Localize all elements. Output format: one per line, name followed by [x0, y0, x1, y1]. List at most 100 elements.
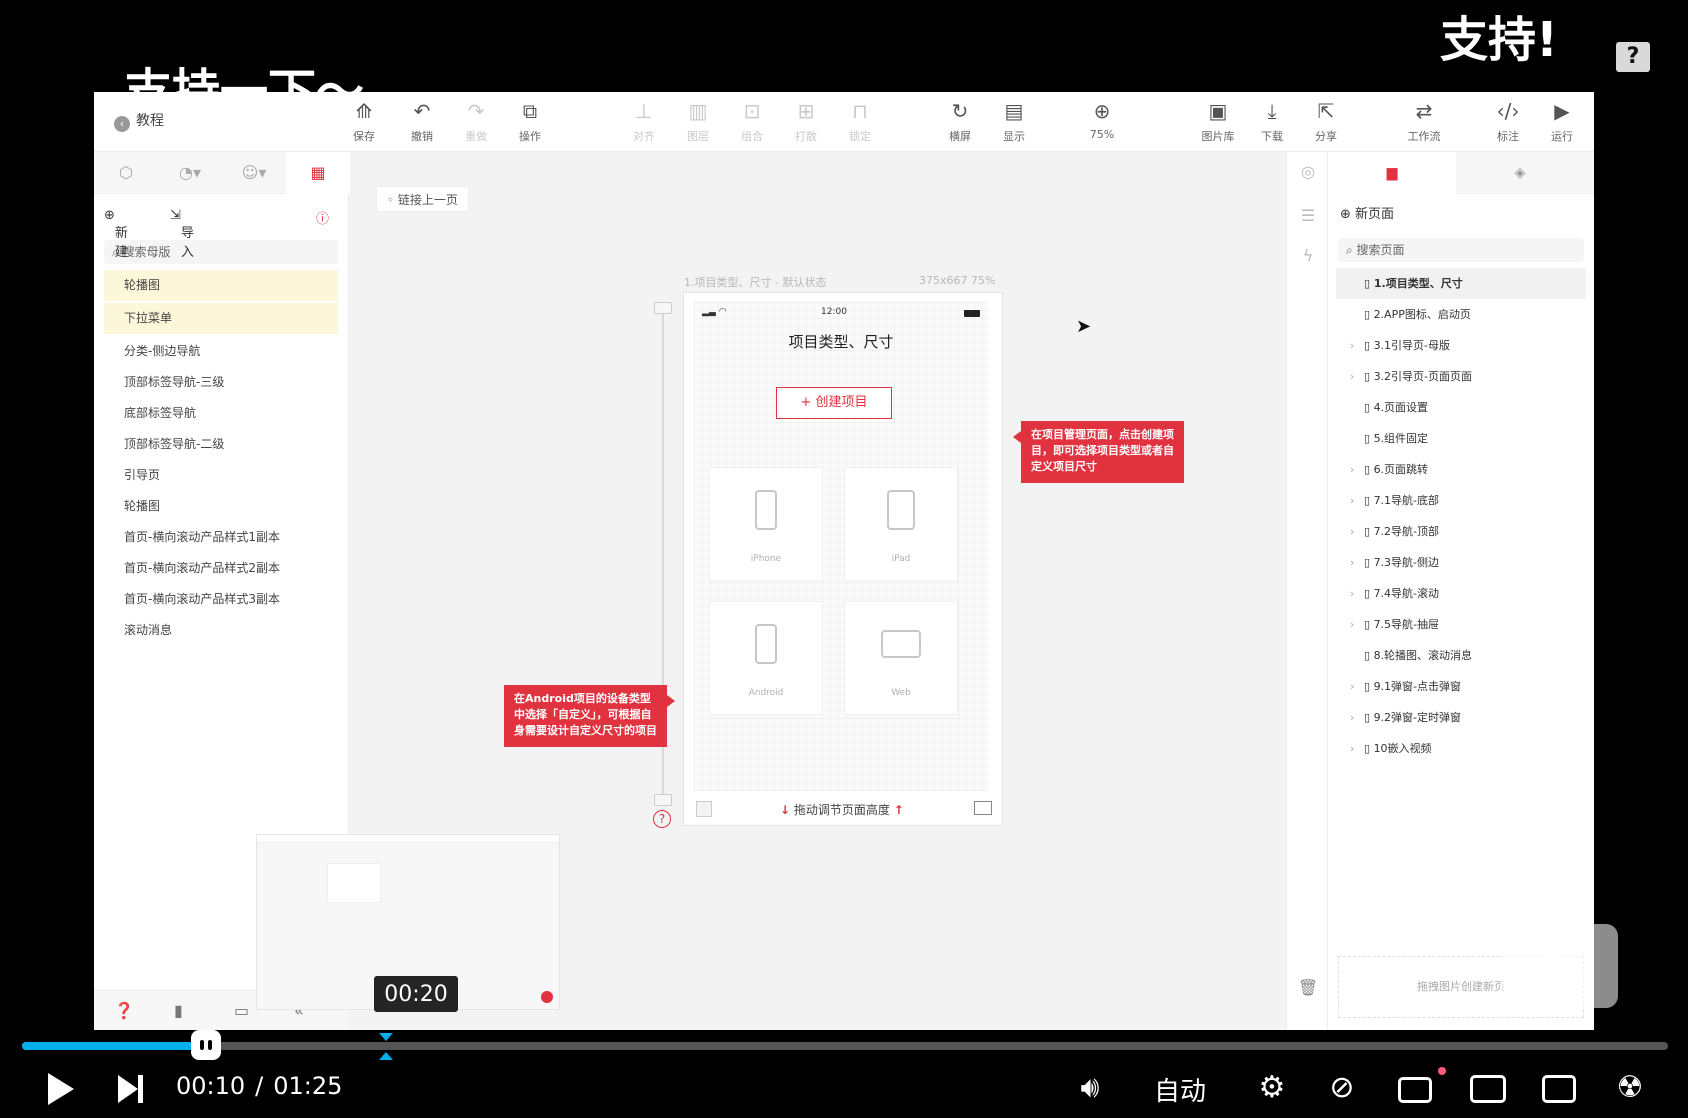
ios-tab-icon[interactable]: ◔▾ [158, 152, 222, 194]
ruler-handle-bottom[interactable] [654, 794, 672, 806]
phone-artboard[interactable]: ▂▃ ◠ 12:00 项目类型、尺寸 + 创建项目 iPhone iPad An… [683, 292, 1003, 826]
toolbar-button-1[interactable]: ↶ 撤销 [392, 100, 452, 144]
master-list-item[interactable]: 首页-横向滚动产品样式3副本 [104, 584, 338, 615]
page-list-item[interactable]: ▯ 7.3导航-侧边 [1336, 547, 1586, 578]
toolbar-button-5[interactable]: ▥ 图层 [668, 100, 728, 144]
toolbar-icon: ▶ [1554, 99, 1570, 123]
new-master-button[interactable]: ⊕ 新建 [104, 208, 128, 260]
page-list-item[interactable]: ▯ 8.轮播图、滚动消息 [1336, 640, 1586, 671]
toolbar-button-17[interactable]: ▶ 运行 [1532, 100, 1592, 144]
page-list-item[interactable]: ▯ 5.组件固定 [1336, 423, 1586, 454]
master-list-item[interactable]: 顶部标签导航-三级 [104, 367, 338, 398]
master-list-item[interactable]: 轮播图 [104, 270, 338, 301]
page-list-item[interactable]: ▯ 9.2弹窗-定时弹窗 [1336, 702, 1586, 733]
progress-thumb-icon[interactable] [191, 1030, 222, 1060]
quality-selector[interactable]: 自动 [1154, 1071, 1206, 1108]
page-list-item[interactable]: ▯ 1.项目类型、尺寸 [1336, 268, 1586, 299]
list-icon[interactable]: ☰ [1287, 206, 1329, 225]
toolbar-button-3[interactable]: ⧉ 操作 [500, 100, 560, 144]
page-list-item[interactable]: ▯ 4.页面设置 [1336, 392, 1586, 423]
master-list-item[interactable]: 首页-横向滚动产品样式2副本 [104, 553, 338, 584]
fullscreen-icon[interactable] [1542, 1075, 1576, 1103]
big-play-icon[interactable]: ╲ ╱ [1500, 908, 1618, 1008]
danmaku-off-icon[interactable]: ⊘ [1322, 1068, 1362, 1108]
page-list-item[interactable]: ▯ 2.APP图标、启动页 [1336, 299, 1586, 330]
master-list-item[interactable]: 引导页 [104, 460, 338, 491]
master-list-item[interactable]: 分类-侧边导航 [104, 336, 338, 367]
device-card-android[interactable]: Android [709, 601, 823, 715]
toolbar-button-6[interactable]: ⊡ 组合 [722, 100, 782, 144]
device-card-web[interactable]: Web [844, 601, 958, 715]
pages-tab-icon[interactable]: ▆ [1328, 152, 1456, 194]
import-button[interactable]: ⇲ 导入 [170, 208, 194, 260]
emoji-tab-icon[interactable]: ☺▾ [222, 152, 286, 194]
toolbar-button-0[interactable]: ⟰ 保存 [334, 100, 394, 144]
resize-height-handle[interactable]: ↓ 拖动调节页面高度 ↑ [780, 801, 904, 818]
toolbar-button-2[interactable]: ↷ 重做 [446, 100, 506, 144]
toolbar-label: 撤销 [411, 130, 433, 143]
page-list-item[interactable]: ▯ 7.2导航-顶部 [1336, 516, 1586, 547]
toolbar-button-4[interactable]: ⊥ 对齐 [614, 100, 674, 144]
checkbox[interactable] [696, 801, 712, 817]
widescreen-icon[interactable] [1470, 1075, 1506, 1103]
components-tab-icon[interactable]: ⬡ [94, 152, 158, 194]
ruler-handle-top[interactable] [654, 302, 672, 314]
toolbar-button-16[interactable]: ‹/› 标注 [1478, 100, 1538, 144]
toolbar-icon: ↻ [951, 99, 969, 123]
master-search-input[interactable]: ⌕ 搜索母版 [104, 240, 338, 264]
page-list-item[interactable]: ▯ 7.4导航-滚动 [1336, 578, 1586, 609]
master-list-item[interactable]: 滚动消息 [104, 615, 338, 646]
settings-icon[interactable]: ⚙ [1252, 1068, 1292, 1108]
next-button[interactable] [116, 1075, 146, 1103]
link-previous-page-button[interactable]: ◦ 链接上一页 [376, 186, 469, 212]
play-button[interactable] [44, 1071, 76, 1107]
question-icon[interactable]: ❓ [114, 1001, 134, 1020]
master-list-item[interactable]: 下拉菜单 [104, 303, 338, 334]
master-tab-icon[interactable]: ▦ [286, 152, 350, 194]
toolbar-button-8[interactable]: ⊓ 锁定 [830, 100, 890, 144]
book-icon[interactable]: ▮ [174, 1001, 183, 1020]
help-icon[interactable]: ? [1616, 42, 1650, 72]
toolbar-button-11[interactable]: ⊕ 75% [1072, 100, 1132, 141]
toolbar-button-15[interactable]: ⇄ 工作流 [1394, 100, 1454, 144]
video-player[interactable]: 支持一下～ 支持! ? ‹教程 ⟰保存↶撤销↷重做⧉操作⊥对齐▥图层⊡组合⊞打散… [0, 0, 1688, 1118]
trash-icon[interactable]: 🗑 [1287, 978, 1329, 997]
toolbar-label: 重做 [465, 130, 487, 143]
master-list-item[interactable]: 首页-横向滚动产品样式1副本 [104, 522, 338, 553]
create-project-button[interactable]: + 创建项目 [776, 387, 892, 419]
layers-tab-icon[interactable]: ◈ [1456, 152, 1584, 194]
page-list-item[interactable]: ▯ 7.1导航-底部 [1336, 485, 1586, 516]
tutorial-link[interactable]: ‹ 教程 [114, 110, 164, 132]
folder-icon[interactable]: ▭ [234, 1001, 249, 1020]
master-list-item[interactable]: 底部标签导航 [104, 398, 338, 429]
image-icon[interactable] [974, 801, 992, 815]
toolbar-button-13[interactable]: ⤓ 下载 [1242, 100, 1302, 144]
toolbar-button-14[interactable]: ⇱ 分享 [1296, 100, 1356, 144]
pip-icon[interactable] [1398, 1077, 1432, 1103]
toolbar-button-10[interactable]: ▤ 显示 [984, 100, 1044, 144]
toolbar-button-9[interactable]: ↻ 横屏 [930, 100, 990, 144]
toolbar-button-12[interactable]: ▣ 图片库 [1188, 100, 1248, 144]
volume-icon[interactable]: 🔊︎ [1070, 1068, 1110, 1108]
master-list-item[interactable]: 顶部标签导航-二级 [104, 429, 338, 460]
device-card-iphone[interactable]: iPhone [709, 467, 823, 581]
ruler-help-icon[interactable]: ? [653, 810, 671, 828]
radiation-icon[interactable]: ☢ [1610, 1068, 1650, 1108]
master-list-item[interactable]: 轮播图 [104, 491, 338, 522]
page-list-item[interactable]: ▯ 3.1引导页-母版 [1336, 330, 1586, 361]
help-circle-icon[interactable]: ⓘ [316, 208, 329, 227]
video-frame[interactable]: ‹ 教程 ⟰ 保存 ↶ 撤销 ↷ 重做 ⧉ 操作 ⊥ 对齐 ▥ 图层 ⊡ 组合 ⊞ 打散 ⊓ 锁定 ↻ 横屏 ▤ 显示 ⊕ 75… [94, 92, 1594, 1030]
target-icon[interactable]: ◎ [1287, 162, 1329, 181]
total-time: 01:25 [273, 1072, 343, 1100]
page-list-item[interactable]: ▯ 6.页面跳转 [1336, 454, 1586, 485]
page-list-item[interactable]: ▯ 3.2引导页-页面页面 [1336, 361, 1586, 392]
new-page-button[interactable]: ⊕ 新页面 [1328, 194, 1594, 236]
toolbar-button-7[interactable]: ⊞ 打散 [776, 100, 836, 144]
progress-bar[interactable] [22, 1030, 1668, 1060]
page-search-input[interactable]: ⌕ 搜索页面 [1338, 238, 1584, 262]
page-list-item[interactable]: ▯ 9.1弹窗-点击弹窗 [1336, 671, 1586, 702]
page-list-item[interactable]: ▯ 10嵌入视频 [1336, 733, 1586, 764]
device-card-ipad[interactable]: iPad [844, 467, 958, 581]
lightning-icon[interactable]: ϟ [1287, 246, 1329, 265]
page-list-item[interactable]: ▯ 7.5导航-抽屉 [1336, 609, 1586, 640]
